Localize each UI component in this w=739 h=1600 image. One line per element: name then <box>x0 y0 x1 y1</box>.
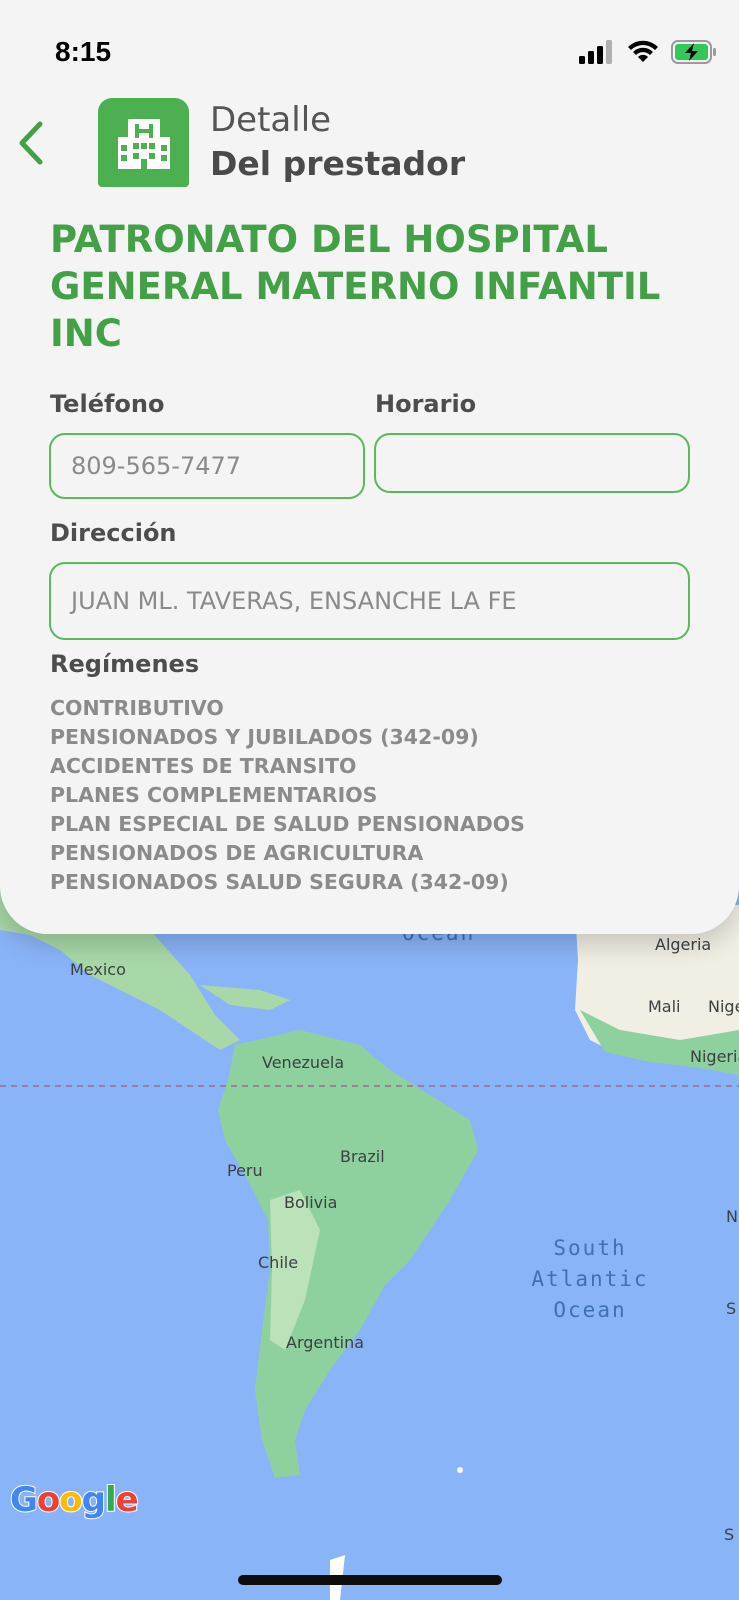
address-value: JUAN ML. TAVERAS, ENSANCHE LA FE <box>71 587 517 615</box>
map-label-mali: Mali <box>648 997 681 1016</box>
status-time: 8:15 <box>55 36 112 67</box>
map-label-edge-n: N <box>726 1207 738 1226</box>
map-label-argentina: Argentina <box>286 1333 364 1352</box>
regime-item: PENSIONADOS Y JUBILADOS (342-09) <box>50 725 479 749</box>
regime-item: ACCIDENTES DE TRANSITO <box>50 754 357 778</box>
phone-value: 809-565-7477 <box>71 452 242 480</box>
schedule-field[interactable] <box>374 433 690 493</box>
map-label-edge-s2: S <box>724 1525 734 1544</box>
status-icons <box>579 40 717 64</box>
provider-detail-sheet: 8:15 Detalle Del prestador PATRONATO DEL… <box>0 0 739 934</box>
ocean-label-line1: South <box>553 1236 626 1260</box>
regime-item: PLANES COMPLEMENTARIOS <box>50 783 378 807</box>
ocean-label-line2: Atlantic <box>531 1267 648 1291</box>
regime-item: PENSIONADOS SALUD SEGURA (342-09) <box>50 870 509 894</box>
google-letter: o <box>58 1479 83 1521</box>
address-field[interactable]: JUAN ML. TAVERAS, ENSANCHE LA FE <box>49 562 690 640</box>
google-logo: Google <box>9 1479 140 1521</box>
google-letter: g <box>81 1479 107 1521</box>
map-label-mexico: Mexico <box>70 960 126 979</box>
google-letter: l <box>104 1479 118 1521</box>
provider-name: PATRONATO DEL HOSPITAL GENERAL MATERNO I… <box>50 218 661 355</box>
regimes-label: Regímenes <box>50 650 200 678</box>
google-letter: o <box>36 1479 61 1521</box>
ocean-label-line3: Ocean <box>553 1298 626 1322</box>
phone-label: Teléfono <box>50 390 165 418</box>
map-label-edge-s: S <box>726 1299 736 1318</box>
map-label-algeria: Algeria <box>655 935 711 954</box>
address-label: Dirección <box>50 519 177 547</box>
cellular-signal-icon <box>579 40 612 64</box>
map-label-chile: Chile <box>258 1253 298 1272</box>
regime-item: CONTRIBUTIVO <box>50 696 224 720</box>
map-label-peru: Peru <box>227 1161 263 1180</box>
regime-item: PLAN ESPECIAL DE SALUD PENSIONADOS <box>50 812 525 836</box>
wifi-icon <box>628 40 658 62</box>
header-subtitle: Detalle <box>210 100 332 140</box>
map-label-brazil: Brazil <box>340 1147 385 1166</box>
map-label-venezuela: Venezuela <box>262 1053 344 1072</box>
regimes-list: CONTRIBUTIVO PENSIONADOS Y JUBILADOS (34… <box>50 694 525 897</box>
google-letter: G <box>9 1479 39 1521</box>
battery-charging-icon <box>671 40 716 64</box>
regime-item: PENSIONADOS DE AGRICULTURA <box>50 841 424 865</box>
phone-field[interactable]: 809-565-7477 <box>49 433 365 499</box>
home-indicator[interactable] <box>238 1575 502 1585</box>
schedule-label: Horario <box>375 390 477 418</box>
map-label-niger: Nige <box>708 997 739 1016</box>
back-chevron-icon[interactable] <box>14 118 50 168</box>
hospital-building-icon <box>117 118 170 169</box>
header-title: Del prestador <box>210 144 466 183</box>
hospital-badge <box>98 98 189 187</box>
google-letter: e <box>115 1479 140 1521</box>
map-label-nigeria: Nigeria <box>690 1047 739 1066</box>
map-label-bolivia: Bolivia <box>284 1193 337 1212</box>
